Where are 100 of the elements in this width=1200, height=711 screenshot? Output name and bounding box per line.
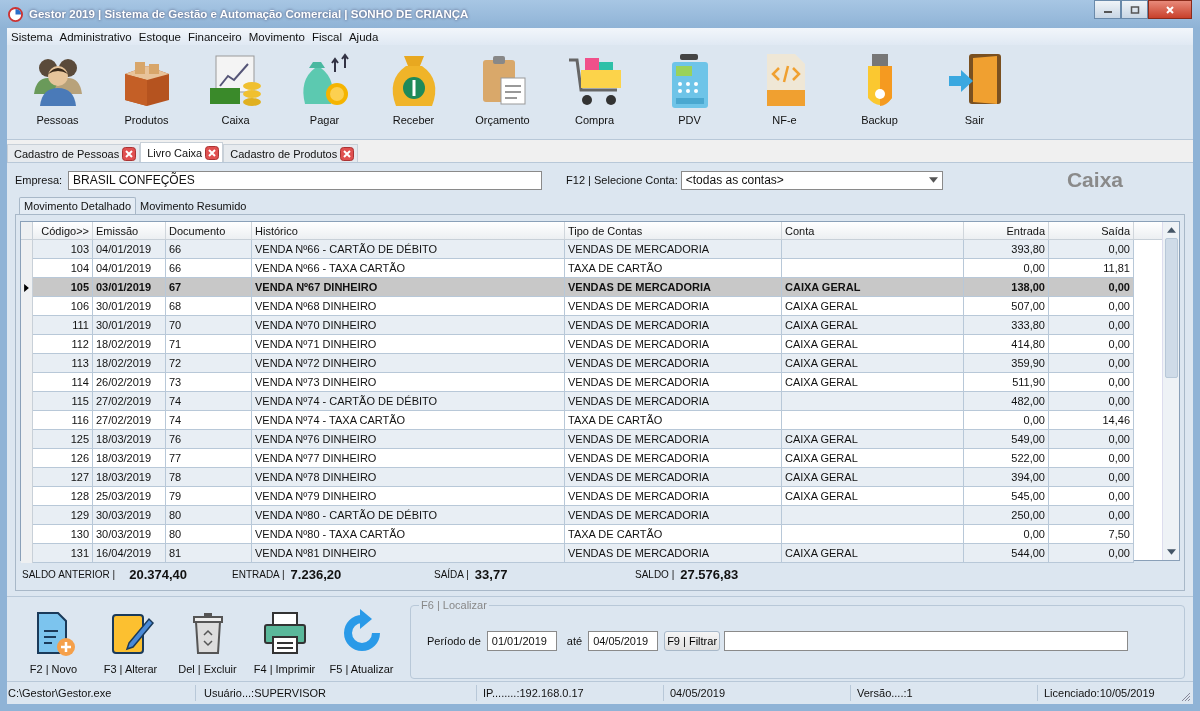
table-cell: 250,00 [964, 506, 1049, 525]
document-tab[interactable]: Cadastro de Produtos [223, 144, 359, 162]
table-cell: 70 [166, 316, 252, 335]
menu-item[interactable]: Financeiro [187, 30, 242, 43]
menu-item[interactable]: Administrativo [59, 30, 132, 43]
table-cell: 76 [166, 430, 252, 449]
table-cell: 66 [166, 240, 252, 259]
toolbar-button[interactable]: Receber [369, 50, 458, 139]
table-cell: CAIXA GERAL [782, 544, 964, 563]
action-button[interactable]: F2 | Novo [15, 609, 92, 675]
total-value: 7.236,20 [290, 566, 342, 582]
toolbar-button[interactable]: Backup [832, 50, 927, 139]
table-cell: 80 [166, 506, 252, 525]
table-cell: CAIXA GERAL [782, 278, 964, 297]
empresa-field[interactable]: BRASIL CONFEÇÕES [68, 170, 543, 190]
table-cell: VENDAS DE MERCADORIA [565, 544, 782, 563]
table-cell: 0,00 [1049, 506, 1134, 525]
action-button[interactable]: F5 | Atualizar [323, 609, 400, 675]
search-field[interactable] [724, 631, 1129, 651]
table-cell: 127 [33, 468, 93, 487]
table-cell: 0,00 [1049, 392, 1134, 411]
toolbar-button[interactable]: PDV [642, 50, 737, 139]
total-label: ENTRADA | [232, 568, 285, 580]
action-button[interactable]: F4 | Imprimir [246, 609, 323, 675]
total-value: 20.374,40 [129, 566, 188, 582]
view-tab[interactable]: Movimento Detalhado [19, 197, 136, 214]
menu-item[interactable]: Fiscal [311, 30, 342, 43]
toolbar-button[interactable]: Caixa [191, 50, 280, 139]
menu-item[interactable]: Estoque [138, 30, 181, 43]
table-cell: VENDA Nº78 DINHEIRO [252, 468, 565, 487]
menu-item[interactable]: Sistema [11, 30, 53, 43]
toolbar-button[interactable]: Sair [927, 50, 1022, 139]
toolbar-button[interactable]: NF-e [737, 50, 832, 139]
toolbar-button[interactable]: Orçamento [458, 50, 547, 139]
column-header[interactable]: Saída [1049, 222, 1134, 239]
close-icon[interactable] [205, 145, 220, 160]
close-icon[interactable] [122, 146, 137, 161]
table-cell: 30/01/2019 [93, 316, 166, 335]
maximize-icon [1129, 4, 1140, 15]
table-cell: 0,00 [1049, 544, 1134, 563]
resize-grip-icon[interactable] [1181, 692, 1191, 702]
table-cell: 74 [166, 392, 252, 411]
toolbar-button[interactable]: Pagar [280, 50, 369, 139]
app-logo-icon [8, 6, 23, 22]
document-tab[interactable]: Livro Caixa [140, 142, 224, 162]
toolbar-button[interactable]: Compra [547, 50, 642, 139]
menu-item[interactable]: Movimento [248, 30, 305, 43]
close-button[interactable] [1148, 0, 1192, 19]
total-label: SALDO | [635, 568, 675, 580]
table-cell: 359,90 [964, 354, 1049, 373]
column-header[interactable]: Conta [782, 222, 964, 239]
table-cell: 138,00 [964, 278, 1049, 297]
row-pointer-icon [24, 283, 29, 292]
table-cell: 03/01/2019 [93, 278, 166, 297]
end-date-field[interactable]: 04/05/2019 [588, 631, 659, 651]
scroll-down-icon[interactable] [1166, 549, 1176, 555]
view-tab[interactable]: Movimento Resumido [136, 198, 251, 214]
document-tab[interactable]: Cadastro de Pessoas [7, 144, 141, 162]
status-item: 04/05/2019 [664, 685, 851, 701]
toolbar-button[interactable]: Produtos [102, 50, 191, 139]
table-cell: 0,00 [1049, 278, 1134, 297]
column-header[interactable]: Tipo de Contas [565, 222, 782, 239]
table-cell: VENDAS DE MERCADORIA [565, 468, 782, 487]
window-title: Gestor 2019 | Sistema de Gestão e Automação Comercial | SONHO DE CRIANÇA [29, 8, 470, 20]
table-cell: VENDAS DE MERCADORIA [565, 278, 782, 297]
table-cell: 27/02/2019 [93, 392, 166, 411]
menu-item[interactable]: Ajuda [348, 30, 379, 43]
minimize-button[interactable] [1094, 0, 1121, 19]
status-item: Usuário...:SUPERVISOR [196, 685, 477, 701]
caret-icon [928, 177, 938, 183]
start-date-field[interactable]: 01/01/2019 [486, 631, 557, 651]
column-header[interactable]: Código>> [33, 222, 93, 239]
table-cell: VENDAS DE MERCADORIA [565, 316, 782, 335]
column-header[interactable]: Histórico [252, 222, 565, 239]
table-cell: CAIXA GERAL [782, 316, 964, 335]
column-header[interactable]: Emissão [93, 222, 166, 239]
table-cell: 0,00 [1049, 316, 1134, 335]
table-cell: 78 [166, 468, 252, 487]
column-header[interactable]: Entrada [964, 222, 1049, 239]
maximize-button[interactable] [1121, 0, 1148, 19]
table-cell: VENDA Nº67 DINHEIRO [252, 278, 565, 297]
action-button[interactable]: F3 | Alterar [92, 609, 169, 675]
table-cell: 105 [33, 278, 93, 297]
column-header[interactable]: Documento [166, 222, 252, 239]
table-cell: VENDA Nº70 DINHEIRO [252, 316, 565, 335]
action-button[interactable]: Del | Excluir [169, 609, 246, 675]
period-to-label: até [566, 635, 583, 647]
table-cell: 129 [33, 506, 93, 525]
scroll-up-icon[interactable] [1166, 227, 1176, 233]
status-item: C:\Gestor\Gestor.exe [7, 685, 196, 701]
total-label: SALDO ANTERIOR | [22, 568, 116, 580]
empresa-label: Empresa: [15, 174, 63, 186]
group-title: F6 | Localizar [420, 599, 488, 611]
close-icon[interactable] [340, 146, 355, 161]
table-cell: 115 [33, 392, 93, 411]
account-dropdown[interactable]: <todas as contas> [680, 170, 943, 190]
vertical-scrollbar[interactable] [1162, 222, 1179, 560]
filter-button[interactable]: F9 | Filtrar [664, 631, 721, 651]
table-cell: CAIXA GERAL [782, 430, 964, 449]
toolbar-button[interactable]: Pessoas [13, 50, 102, 139]
